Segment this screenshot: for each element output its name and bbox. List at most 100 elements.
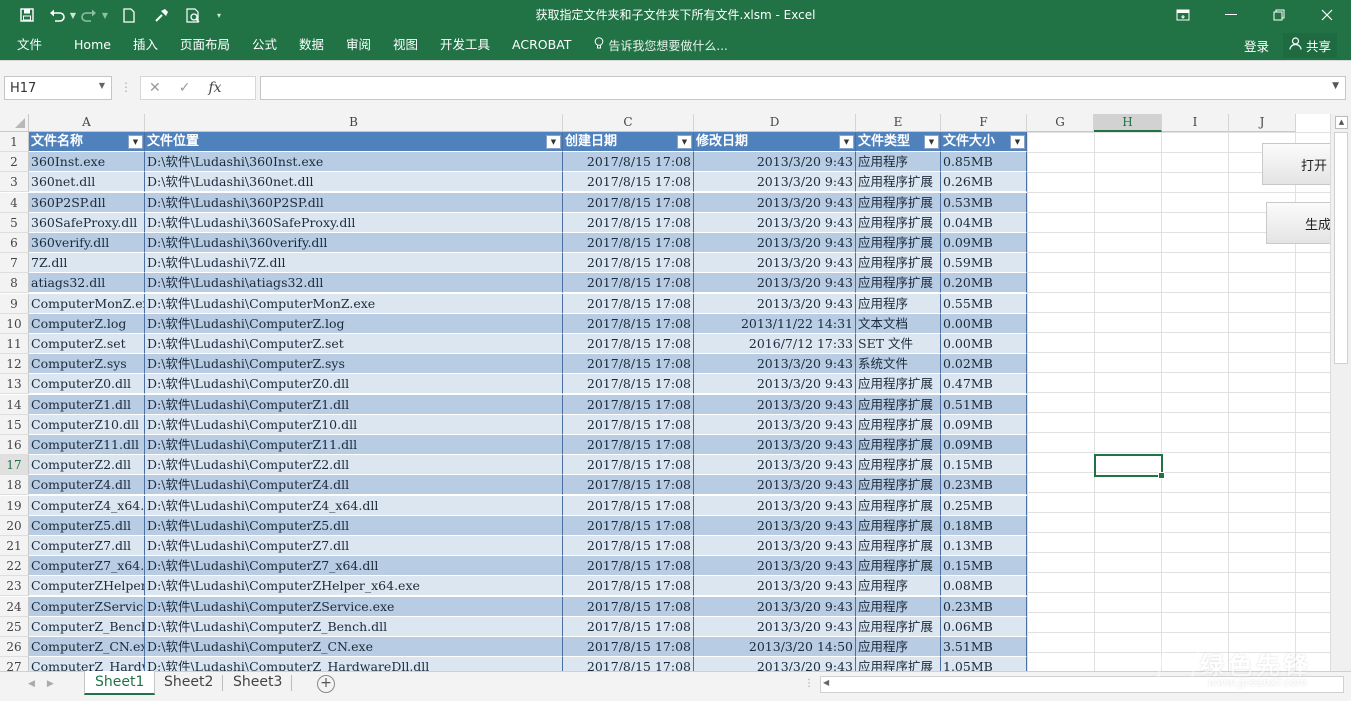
- row-header[interactable]: 23: [0, 576, 29, 597]
- table-header-cell[interactable]: 创建日期: [563, 132, 694, 152]
- table-cell[interactable]: ComputerZ4.dll: [29, 475, 145, 496]
- table-cell[interactable]: D:\软件\Ludashi\ComputerZ.sys: [145, 354, 563, 375]
- table-cell[interactable]: 0.00MB: [941, 313, 1027, 334]
- table-cell[interactable]: 应用程序扩展: [856, 394, 941, 415]
- tab-home[interactable]: Home: [63, 30, 122, 60]
- formula-input[interactable]: ▼: [260, 76, 1346, 100]
- print-preview-icon[interactable]: [180, 0, 206, 30]
- row-header[interactable]: 18: [0, 475, 29, 496]
- table-cell[interactable]: 2013/3/20 9:43: [694, 536, 856, 556]
- row-header[interactable]: 19: [0, 495, 29, 516]
- table-cell[interactable]: 应用程序: [856, 293, 941, 314]
- generate-button[interactable]: 生成: [1266, 202, 1330, 244]
- table-cell[interactable]: D:\软件\Ludashi\ComputerZ5.dll: [145, 515, 563, 536]
- row-header[interactable]: 13: [0, 374, 29, 395]
- select-all-button[interactable]: [0, 114, 29, 132]
- table-cell[interactable]: 应用程序扩展: [856, 536, 941, 556]
- table-cell[interactable]: 2017/8/15 17:08: [563, 273, 694, 294]
- row-header[interactable]: 9: [0, 293, 29, 314]
- row-header[interactable]: 16: [0, 435, 29, 455]
- table-cell[interactable]: ComputerZ_CN.exe: [29, 637, 145, 657]
- row-header[interactable]: 27: [0, 657, 29, 671]
- table-cell[interactable]: 0.04MB: [941, 212, 1027, 233]
- table-cell[interactable]: 2013/3/20 9:43: [694, 435, 856, 455]
- table-cell[interactable]: 2017/8/15 17:08: [563, 596, 694, 617]
- table-cell[interactable]: D:\软件\Ludashi\ComputerZ.log: [145, 313, 563, 334]
- table-cell[interactable]: 应用程序扩展: [856, 253, 941, 274]
- table-cell[interactable]: 2017/8/15 17:08: [563, 616, 694, 637]
- table-cell[interactable]: D:\软件\Ludashi\ComputerZHelper_x64.exe: [145, 576, 563, 597]
- table-cell[interactable]: 2017/8/15 17:08: [563, 435, 694, 455]
- table-cell[interactable]: 0.09MB: [941, 233, 1027, 253]
- confirm-entry-icon[interactable]: ✓: [179, 80, 191, 96]
- table-cell[interactable]: 2013/3/20 9:43: [694, 596, 856, 617]
- table-cell[interactable]: D:\软件\Ludashi\ComputerZ.set: [145, 334, 563, 354]
- column-header-a[interactable]: A: [29, 114, 145, 132]
- table-header-cell[interactable]: 文件位置: [145, 132, 563, 152]
- customize-qat-icon[interactable]: ▾: [214, 0, 224, 30]
- table-cell[interactable]: 2017/8/15 17:08: [563, 192, 694, 213]
- table-cell[interactable]: ComputerZ2.dll: [29, 455, 145, 476]
- table-cell[interactable]: 360P2SP.dll: [29, 192, 145, 213]
- table-cell[interactable]: 应用程序扩展: [856, 435, 941, 455]
- table-cell[interactable]: 0.15MB: [941, 556, 1027, 577]
- tab-insert[interactable]: 插入: [122, 30, 169, 60]
- table-cell[interactable]: 0.23MB: [941, 475, 1027, 496]
- table-cell[interactable]: ComputerZ_Bench.dll: [29, 616, 145, 637]
- table-cell[interactable]: D:\软件\Ludashi\ComputerZ0.dll: [145, 374, 563, 395]
- table-cell[interactable]: 2017/8/15 17:08: [563, 233, 694, 253]
- row-header[interactable]: 3: [0, 172, 29, 193]
- column-header-i[interactable]: I: [1162, 114, 1229, 132]
- table-cell[interactable]: 2017/8/15 17:08: [563, 515, 694, 536]
- table-cell[interactable]: 2017/8/15 17:08: [563, 637, 694, 657]
- table-cell[interactable]: 2013/3/20 9:43: [694, 394, 856, 415]
- scroll-thumb[interactable]: [1334, 132, 1348, 364]
- table-cell[interactable]: 0.09MB: [941, 435, 1027, 455]
- table-cell[interactable]: 0.18MB: [941, 515, 1027, 536]
- undo-icon[interactable]: [46, 0, 68, 30]
- column-header-b[interactable]: B: [145, 114, 563, 132]
- new-document-icon[interactable]: [116, 0, 142, 30]
- table-cell[interactable]: 2017/8/15 17:08: [563, 556, 694, 577]
- horizontal-scrollbar[interactable]: ◀: [820, 676, 1344, 693]
- table-cell[interactable]: 应用程序: [856, 152, 941, 173]
- table-cell[interactable]: atiags32.dll: [29, 273, 145, 294]
- table-cell[interactable]: 2013/3/20 9:43: [694, 556, 856, 577]
- tell-me-search[interactable]: 告诉我您想要做什么...: [582, 30, 728, 60]
- active-cell-h17[interactable]: [1094, 454, 1165, 479]
- table-cell[interactable]: 360verify.dll: [29, 233, 145, 253]
- table-cell[interactable]: 0.47MB: [941, 374, 1027, 395]
- table-cell[interactable]: ComputerZ7_x64.dll: [29, 556, 145, 577]
- tab-sheet2[interactable]: Sheet2: [154, 671, 223, 695]
- worksheet-grid[interactable]: 打开 生成 A B C D E F G H I J 1 2 3 4 5 6 7 8 9 10 11 12 13 14 15 16 1…: [0, 114, 1330, 671]
- table-header-cell[interactable]: 修改日期: [694, 132, 856, 152]
- table-cell[interactable]: D:\软件\Ludashi\360verify.dll: [145, 233, 563, 253]
- table-cell[interactable]: 2013/3/20 9:43: [694, 273, 856, 294]
- row-header[interactable]: 11: [0, 334, 29, 354]
- table-cell[interactable]: 2017/8/15 17:08: [563, 657, 694, 671]
- table-cell[interactable]: 2017/8/15 17:08: [563, 354, 694, 375]
- table-cell[interactable]: 应用程序扩展: [856, 475, 941, 496]
- table-cell[interactable]: 2017/8/15 17:08: [563, 495, 694, 516]
- row-header[interactable]: 6: [0, 233, 29, 253]
- table-cell[interactable]: ComputerZHelper_x64.exe: [29, 576, 145, 597]
- table-cell[interactable]: D:\软件\Ludashi\360Inst.exe: [145, 152, 563, 173]
- table-cell[interactable]: 360SafeProxy.dll: [29, 212, 145, 233]
- table-cell[interactable]: 应用程序扩展: [856, 556, 941, 577]
- ribbon-display-options-icon[interactable]: [1159, 0, 1207, 30]
- table-cell[interactable]: 2013/3/20 9:43: [694, 253, 856, 274]
- table-cell[interactable]: D:\软件\Ludashi\atiags32.dll: [145, 273, 563, 294]
- tab-review[interactable]: 审阅: [335, 30, 382, 60]
- table-cell[interactable]: 应用程序扩展: [856, 273, 941, 294]
- redo-icon[interactable]: [78, 0, 100, 30]
- filter-dropdown-icon[interactable]: ▼: [839, 135, 854, 149]
- row-header[interactable]: 17: [0, 455, 29, 476]
- table-cell[interactable]: 应用程序扩展: [856, 414, 941, 435]
- table-cell[interactable]: D:\软件\Ludashi\ComputerZ4_x64.dll: [145, 495, 563, 516]
- insert-function-icon[interactable]: fx: [208, 80, 221, 96]
- table-cell[interactable]: 2013/3/20 9:43: [694, 616, 856, 637]
- table-cell[interactable]: 0.23MB: [941, 596, 1027, 617]
- column-header-g[interactable]: G: [1027, 114, 1094, 132]
- table-cell[interactable]: 2013/3/20 9:43: [694, 495, 856, 516]
- table-cell[interactable]: 文本文档: [856, 313, 941, 334]
